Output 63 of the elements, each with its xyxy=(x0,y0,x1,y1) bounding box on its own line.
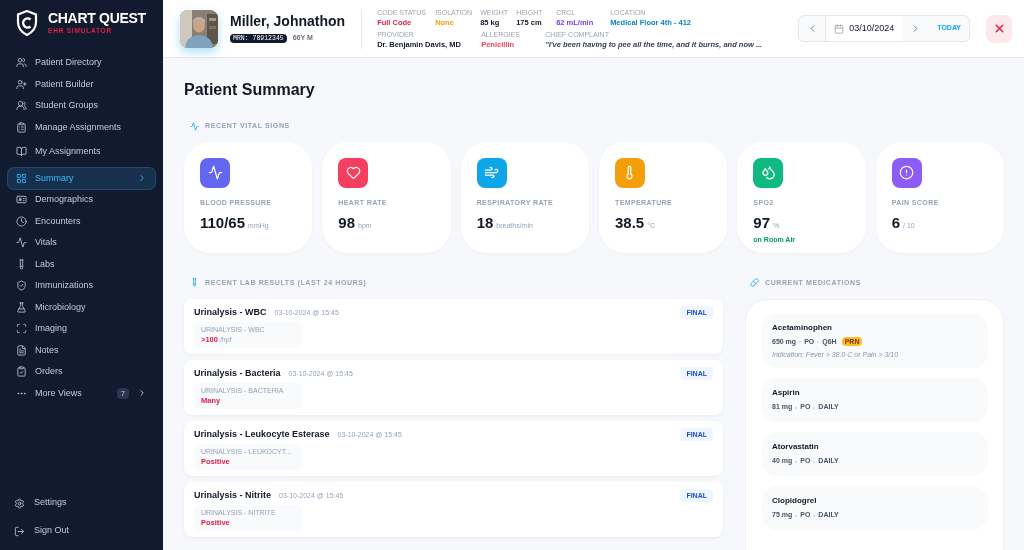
vital-value: 98 xyxy=(338,213,355,233)
vital-value: 38.5 xyxy=(615,213,645,233)
lab-name: Urinalysis - Leukocyte Esterase xyxy=(194,428,330,441)
footer-item[interactable]: Sign Out xyxy=(8,520,155,542)
vital-value: 110/65 xyxy=(200,213,246,233)
alert-icon xyxy=(899,165,915,180)
footer-item[interactable]: Settings xyxy=(8,492,155,514)
nav-item[interactable]: Encounters xyxy=(8,210,155,232)
settings-icon xyxy=(14,497,25,509)
medication-name: Aspirin xyxy=(772,387,801,400)
pulse-icon xyxy=(16,237,27,249)
document-icon xyxy=(16,344,27,356)
pulse-icon xyxy=(190,121,199,131)
nav-item[interactable]: Orders xyxy=(8,361,155,383)
vital-value: 97 xyxy=(753,213,770,233)
patient-name: Miller, Johnathon xyxy=(230,13,346,30)
pill-icon xyxy=(750,278,759,288)
test-tube-icon xyxy=(16,258,27,270)
calendar-icon xyxy=(834,23,845,34)
clipboard-icon xyxy=(16,121,27,133)
scan-icon xyxy=(16,323,27,335)
heart-icon xyxy=(345,165,361,180)
clipboard-icon xyxy=(16,366,27,378)
test-tube-icon xyxy=(190,278,199,288)
grid-icon xyxy=(16,172,27,184)
lab-name: Urinalysis - WBC xyxy=(194,306,267,319)
pulse-icon xyxy=(207,165,223,180)
flask-icon xyxy=(16,301,27,313)
medication-name: Clopidogrel xyxy=(772,495,818,508)
medication-name: Acetaminophen xyxy=(772,321,833,334)
id-card-icon xyxy=(16,194,27,206)
droplets-icon xyxy=(760,165,776,180)
nav-item[interactable]: Summary xyxy=(8,167,155,189)
logout-icon xyxy=(14,525,25,537)
nav-item[interactable]: Notes xyxy=(8,339,155,361)
nav-item[interactable]: Labs xyxy=(8,253,155,275)
lab-name: Urinalysis - Nitrite xyxy=(194,489,272,502)
medication-name: Atorvastatin xyxy=(772,441,820,454)
nav-item[interactable]: Patient Directory xyxy=(8,52,155,74)
nav-item[interactable]: Demographics xyxy=(8,189,155,211)
nav-item[interactable]: Immunizations xyxy=(8,275,155,297)
users-icon xyxy=(16,57,27,69)
group-icon xyxy=(16,100,27,112)
close-button[interactable] xyxy=(986,14,1012,43)
user-plus-icon xyxy=(16,78,27,90)
logo-icon xyxy=(16,10,38,36)
date-field[interactable]: 03/10/2024 xyxy=(826,16,903,41)
vital-value: 18 xyxy=(476,213,494,233)
clock-icon xyxy=(16,215,27,227)
wind-icon xyxy=(484,165,500,180)
nav-item[interactable]: Microbiology xyxy=(8,296,155,318)
book-icon xyxy=(16,146,27,158)
nav-item[interactable]: Manage Assignments xyxy=(8,116,155,138)
nav-item[interactable]: Patient Builder xyxy=(8,73,155,95)
nav-item[interactable]: Vitals xyxy=(8,232,155,254)
page-title: Patient Summary xyxy=(184,80,316,100)
brand-name: CHART QUEST xyxy=(48,10,146,27)
shield-icon xyxy=(16,280,27,292)
lab-name: Urinalysis - Bacteria xyxy=(194,367,281,380)
nav-item[interactable]: My Assignments xyxy=(8,141,155,163)
nav-item[interactable]: Imaging xyxy=(8,318,155,340)
nav-item[interactable]: Student Groups xyxy=(8,95,155,117)
vital-value: 6 xyxy=(891,213,900,233)
